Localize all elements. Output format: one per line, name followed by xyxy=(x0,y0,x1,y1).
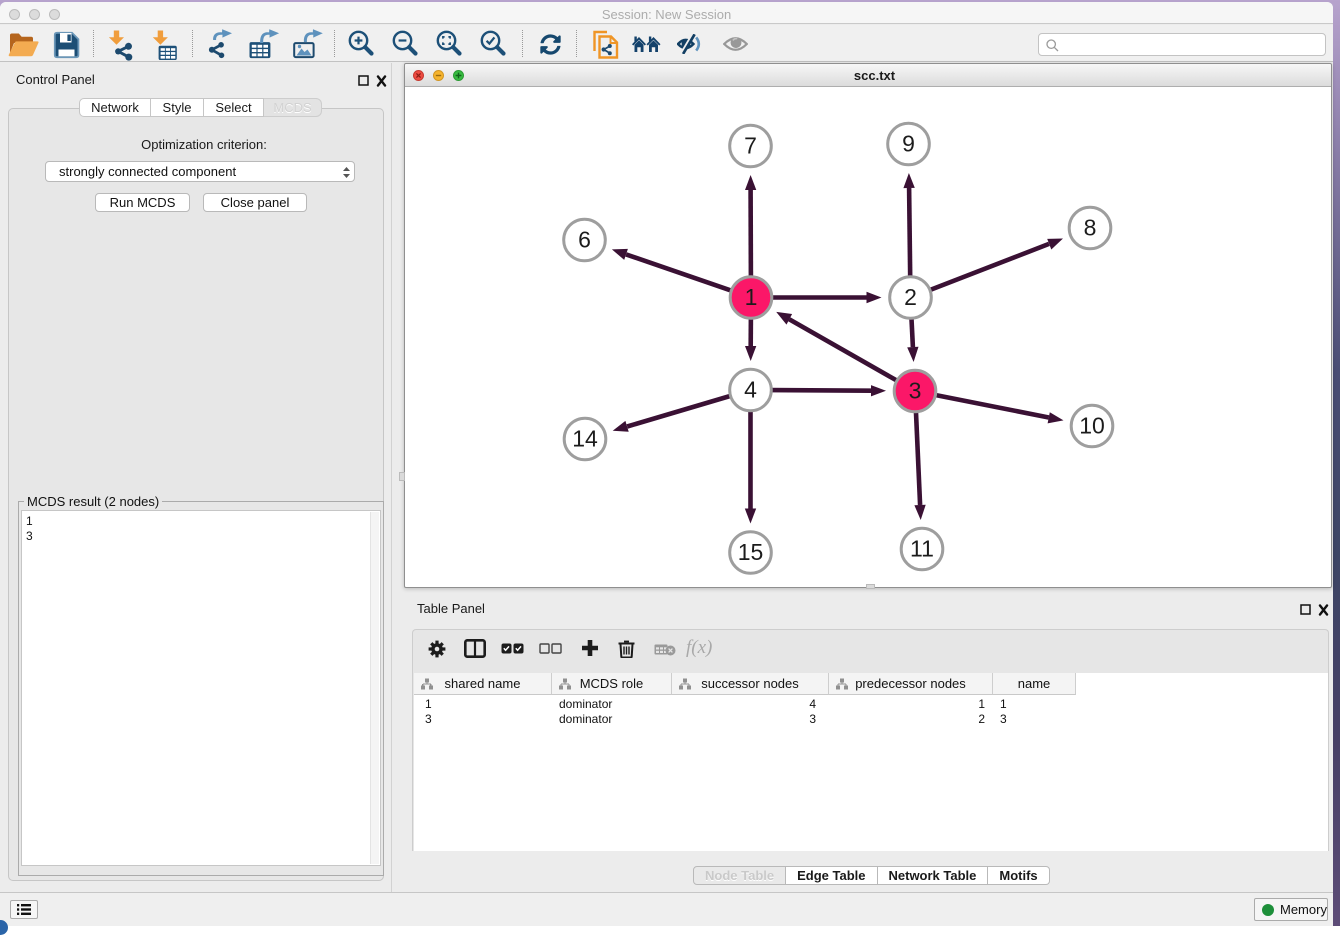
svg-text:3: 3 xyxy=(909,378,922,404)
svg-text:9: 9 xyxy=(902,131,915,157)
svg-text:8: 8 xyxy=(1084,215,1097,241)
svg-text:4: 4 xyxy=(744,377,757,403)
svg-text:14: 14 xyxy=(572,426,598,452)
svg-text:7: 7 xyxy=(744,133,757,159)
svg-text:1: 1 xyxy=(745,284,758,310)
svg-text:6: 6 xyxy=(578,227,591,253)
svg-text:15: 15 xyxy=(738,539,764,565)
svg-text:2: 2 xyxy=(904,284,917,310)
svg-text:11: 11 xyxy=(910,536,934,562)
svg-text:10: 10 xyxy=(1079,413,1105,439)
